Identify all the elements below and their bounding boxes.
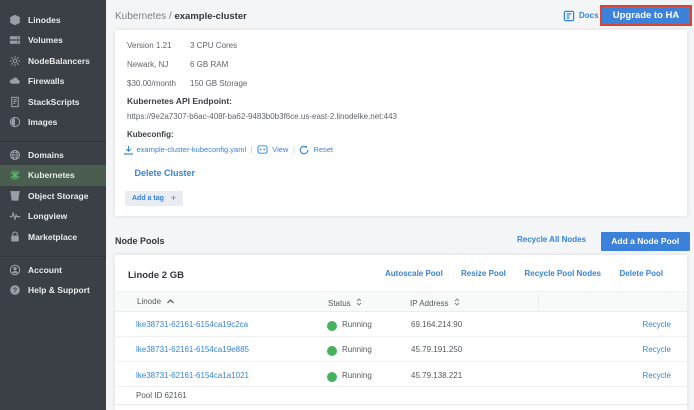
svg-text:?: ? xyxy=(13,286,18,295)
